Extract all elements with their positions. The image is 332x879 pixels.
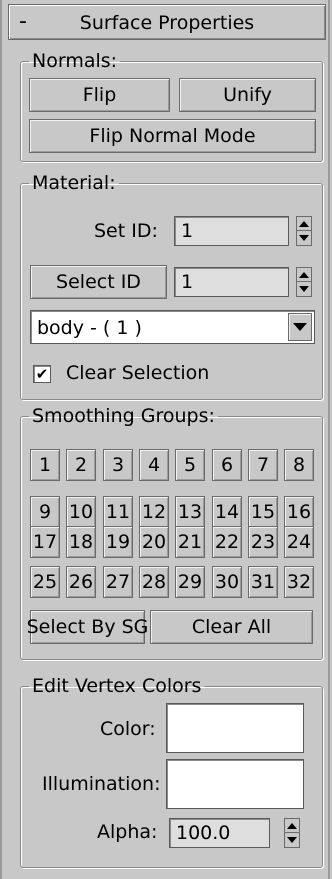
clear-selection-checkbox[interactable]: ✔: [33, 365, 51, 383]
smoothing-group-button-26[interactable]: 26: [66, 566, 96, 598]
smoothing-group-button-25[interactable]: 25: [30, 566, 60, 598]
smoothing-group-button-1[interactable]: 1: [30, 449, 60, 481]
illumination-swatch[interactable]: [166, 759, 304, 809]
smoothing-group-button-32[interactable]: 32: [284, 566, 314, 598]
smoothing-group-button-30[interactable]: 30: [212, 566, 242, 598]
smoothing-group-button-28[interactable]: 28: [139, 566, 169, 598]
smoothing-group-button-22[interactable]: 22: [212, 526, 242, 558]
clear-selection-label: Clear Selection: [66, 362, 210, 384]
smoothing-group-button-21[interactable]: 21: [175, 526, 205, 558]
smoothing-group-button-7[interactable]: 7: [248, 449, 278, 481]
spinner-down-icon[interactable]: [285, 833, 299, 847]
spinner-down-icon[interactable]: [297, 231, 311, 245]
smoothing-group-button-6[interactable]: 6: [212, 449, 242, 481]
smoothing-group-button-9[interactable]: 9: [30, 496, 60, 528]
flip-button[interactable]: Flip: [29, 78, 170, 112]
smoothing-group-button-16[interactable]: 16: [284, 496, 314, 528]
set-id-spinner[interactable]: [296, 216, 312, 246]
unify-button[interactable]: Unify: [179, 78, 316, 112]
select-id-input[interactable]: 1: [174, 267, 289, 297]
smoothing-group-button-11[interactable]: 11: [103, 496, 133, 528]
smoothing-group-button-23[interactable]: 23: [248, 526, 278, 558]
clear-all-button[interactable]: Clear All: [150, 610, 313, 644]
spinner-up-icon[interactable]: [285, 819, 299, 833]
alpha-spinner[interactable]: [284, 818, 300, 848]
smoothing-groups-legend: Smoothing Groups:: [32, 405, 215, 427]
smoothing-group-button-29[interactable]: 29: [175, 566, 205, 598]
spinner-up-icon[interactable]: [297, 217, 311, 231]
normals-legend: Normals:: [32, 50, 118, 72]
material-name-dropdown[interactable]: body - ( 1 ): [30, 310, 315, 344]
select-id-button[interactable]: Select ID: [30, 265, 167, 299]
smoothing-group-button-24[interactable]: 24: [284, 526, 314, 558]
panel-left-edge: [0, 0, 2, 879]
smoothing-group-button-5[interactable]: 5: [175, 449, 205, 481]
spinner-down-icon[interactable]: [297, 282, 311, 296]
smoothing-group-button-20[interactable]: 20: [139, 526, 169, 558]
smoothing-group-button-10[interactable]: 10: [66, 496, 96, 528]
smoothing-group-button-4[interactable]: 4: [139, 449, 169, 481]
smoothing-group-button-8[interactable]: 8: [284, 449, 314, 481]
material-name-value: body - ( 1 ): [37, 317, 142, 339]
smoothing-group-button-17[interactable]: 17: [30, 526, 60, 558]
smoothing-group-button-12[interactable]: 12: [139, 496, 169, 528]
color-swatch[interactable]: [166, 703, 304, 753]
alpha-input[interactable]: 100.0: [169, 818, 270, 848]
material-legend: Material:: [32, 172, 116, 194]
smoothing-group-button-3[interactable]: 3: [103, 449, 133, 481]
smoothing-group-button-19[interactable]: 19: [103, 526, 133, 558]
smoothing-group-button-2[interactable]: 2: [66, 449, 96, 481]
color-label: Color:: [100, 718, 156, 740]
surface-properties-rollout-header[interactable]: - Surface Properties: [8, 4, 326, 40]
spinner-up-icon[interactable]: [297, 268, 311, 282]
smoothing-group-button-14[interactable]: 14: [212, 496, 242, 528]
dropdown-arrow-icon[interactable]: [288, 313, 312, 341]
edit-vertex-colors-legend: Edit Vertex Colors: [32, 675, 202, 697]
illumination-label: Illumination:: [42, 773, 161, 795]
smoothing-group-button-18[interactable]: 18: [66, 526, 96, 558]
smoothing-group-button-15[interactable]: 15: [248, 496, 278, 528]
smoothing-group-button-31[interactable]: 31: [248, 566, 278, 598]
rollout-title: Surface Properties: [79, 12, 255, 34]
smoothing-group-button-27[interactable]: 27: [103, 566, 133, 598]
panel-right-edge: [328, 0, 330, 879]
smoothing-group-button-13[interactable]: 13: [175, 496, 205, 528]
select-by-sg-button[interactable]: Select By SG: [27, 610, 148, 644]
set-id-input[interactable]: 1: [174, 216, 289, 246]
flip-normal-mode-button[interactable]: Flip Normal Mode: [29, 119, 316, 153]
select-id-spinner[interactable]: [296, 267, 312, 297]
set-id-label: Set ID:: [94, 220, 158, 242]
alpha-label: Alpha:: [97, 821, 158, 843]
